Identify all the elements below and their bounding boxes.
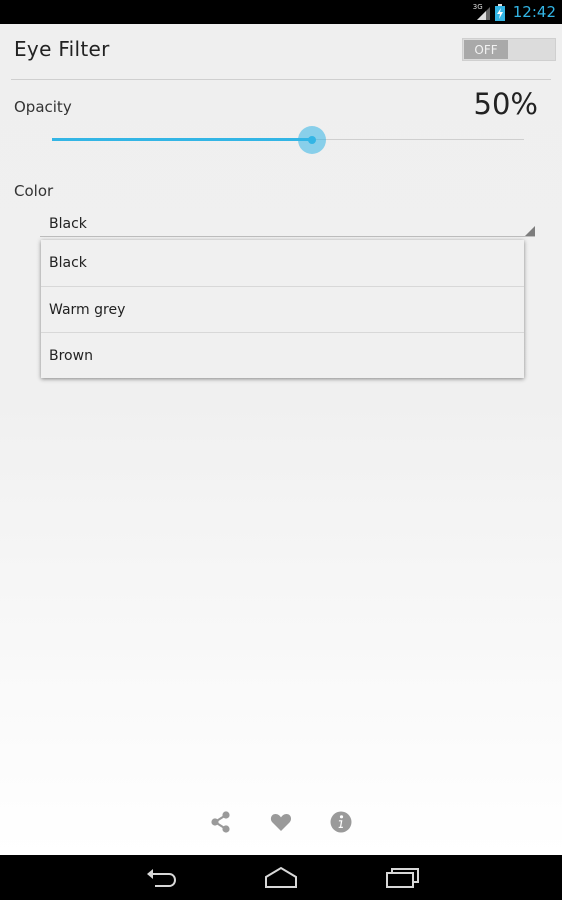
home-icon[interactable] [261, 865, 301, 891]
status-bar: 3G 12:42 [0, 0, 562, 24]
dropdown-option-warm-grey[interactable]: Warm grey [41, 286, 524, 332]
heart-icon[interactable] [269, 810, 293, 834]
recent-apps-icon[interactable] [382, 865, 422, 891]
color-spinner-value: Black [49, 216, 87, 232]
app-title: Eye Filter [14, 37, 110, 61]
clock: 12:42 [512, 3, 556, 21]
toggle-thumb-label: OFF [464, 40, 508, 59]
opacity-slider[interactable] [52, 126, 524, 154]
share-icon[interactable] [209, 810, 233, 834]
color-dropdown-list: Black Warm grey Brown [41, 240, 524, 378]
opacity-label: Opacity [14, 98, 72, 116]
header: Eye Filter OFF [0, 24, 562, 79]
color-label: Color [14, 182, 54, 200]
header-divider [11, 79, 551, 80]
bottom-action-bar [0, 810, 562, 834]
app-screen: Eye Filter OFF Opacity 50% Color Black B… [0, 24, 562, 855]
battery-charging-icon [494, 3, 505, 21]
signal-3g-icon: 3G [473, 3, 491, 21]
dropdown-option-brown[interactable]: Brown [41, 332, 524, 378]
filter-toggle-switch[interactable]: OFF [462, 38, 556, 61]
color-spinner[interactable]: Black [40, 214, 535, 237]
slider-fill [52, 138, 312, 141]
back-icon[interactable] [141, 865, 181, 891]
slider-thumb[interactable] [298, 126, 326, 154]
dropdown-option-black[interactable]: Black [41, 240, 524, 286]
spinner-arrow-icon [525, 226, 535, 236]
opacity-value: 50% [473, 87, 538, 121]
info-icon[interactable] [329, 810, 353, 834]
navigation-bar [0, 855, 562, 900]
